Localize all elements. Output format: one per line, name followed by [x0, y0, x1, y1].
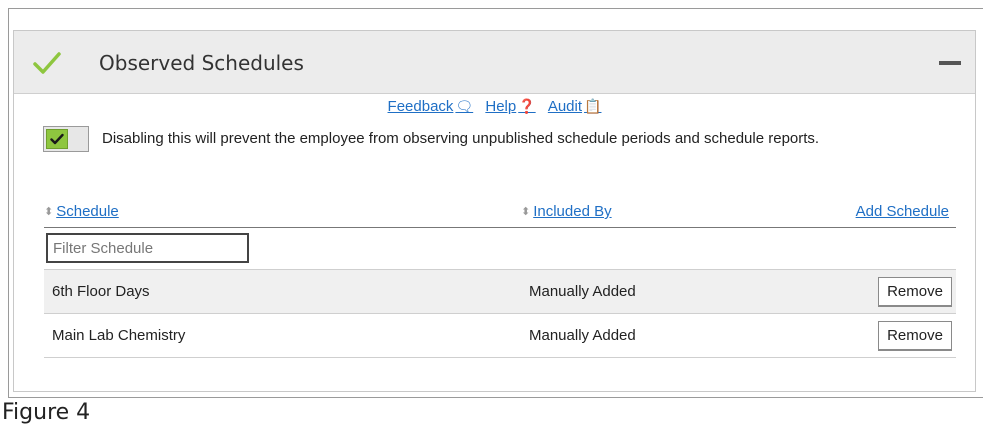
toggle-check-icon: [50, 133, 64, 145]
table-row: 6th Floor Days Manually Added Remove: [44, 269, 956, 313]
schedule-name: Main Lab Chemistry: [52, 327, 186, 344]
column-header-schedule-label[interactable]: Schedule: [56, 203, 119, 220]
toggle-description: Disabling this will prevent the employee…: [102, 130, 820, 147]
observe-unpublished-toggle[interactable]: [43, 126, 89, 152]
sort-icon: ⬍: [44, 206, 54, 218]
panel-title: Observed Schedules: [99, 51, 304, 75]
minus-icon[interactable]: [939, 61, 961, 65]
included-by: Manually Added: [529, 283, 636, 300]
add-schedule-link-wrap: Add Schedule: [856, 203, 949, 220]
add-schedule-link[interactable]: Add Schedule: [856, 203, 949, 220]
header-divider: [44, 227, 956, 228]
help-link[interactable]: Help ❓: [485, 98, 535, 115]
clipboard-check-icon: 📋: [584, 98, 602, 114]
column-header-included-by-label[interactable]: Included By: [533, 203, 611, 220]
panel-links: Feedback 🗨 Help ❓ Audit 📋: [14, 98, 975, 115]
question-circle-icon: ❓: [518, 98, 536, 114]
remove-button[interactable]: Remove: [878, 321, 952, 351]
figure-caption: Figure 4: [2, 400, 91, 425]
column-header-included-by[interactable]: ⬍ Included By: [521, 203, 612, 220]
toggle-knob: [46, 129, 68, 149]
help-link-label: Help: [485, 98, 517, 115]
filter-schedule-input[interactable]: [46, 233, 249, 263]
speech-bubble-icon: 🗨: [455, 98, 474, 114]
observed-schedules-panel: Observed Schedules Feedback 🗨 Help ❓ Audit…: [13, 30, 976, 392]
included-by: Manually Added: [529, 327, 636, 344]
table-row: Main Lab Chemistry Manually Added Remove: [44, 313, 956, 357]
column-header-schedule[interactable]: ⬍ Schedule: [44, 203, 119, 220]
audit-link-label: Audit: [547, 98, 583, 115]
sort-icon: ⬍: [521, 206, 531, 218]
check-icon: [33, 52, 61, 74]
remove-button[interactable]: Remove: [878, 277, 952, 307]
feedback-link-label: Feedback: [387, 98, 454, 115]
audit-link[interactable]: Audit 📋: [548, 98, 602, 115]
table-bottom-divider: [44, 357, 956, 358]
panel-header[interactable]: Observed Schedules: [14, 31, 975, 94]
feedback-link[interactable]: Feedback 🗨: [388, 98, 474, 115]
schedule-name: 6th Floor Days: [52, 283, 150, 300]
